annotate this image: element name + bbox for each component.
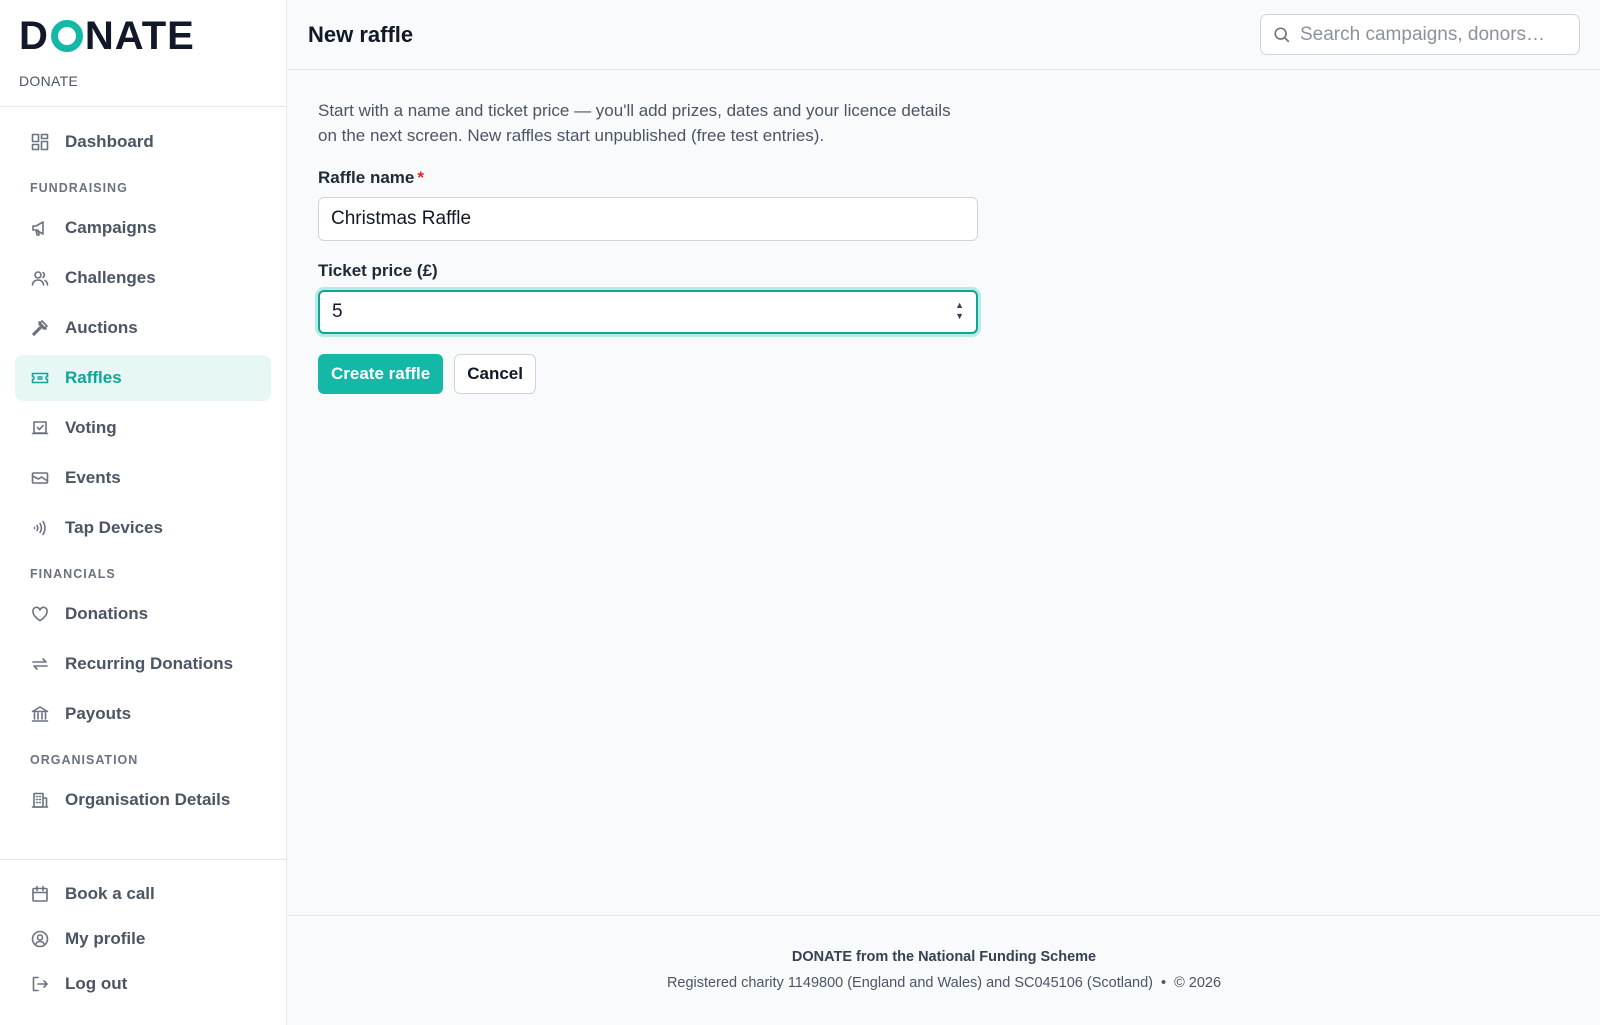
- cancel-button[interactable]: Cancel: [454, 354, 536, 394]
- stepper-down-icon[interactable]: ▼: [955, 311, 964, 322]
- number-stepper[interactable]: ▲ ▼: [955, 300, 964, 322]
- footer-title: DONATE from the National Funding Scheme: [791, 949, 1097, 965]
- sidebar-item-label: Voting: [65, 418, 117, 437]
- sidebar-nav: Dashboard FUNDRAISING Campaigns Challeng…: [15, 119, 271, 827]
- footer: DONATE from the National Funding Scheme …: [288, 915, 1600, 1025]
- repeat-icon: [32, 658, 48, 670]
- sidebar-item-payouts[interactable]: Payouts: [15, 691, 271, 737]
- brand-subtitle: DONATE: [19, 73, 79, 89]
- logo-text-right: NATE: [84, 14, 195, 58]
- sidebar-item-log-out[interactable]: Log out: [15, 963, 271, 1004]
- users-icon: [31, 271, 49, 286]
- sidebar-item-label: Dashboard: [65, 132, 154, 151]
- sidebar-item-label: Raffles: [65, 368, 122, 387]
- sidebar-item-tap-devices[interactable]: Tap Devices: [15, 505, 271, 551]
- footer-copyright: © 2026: [1174, 975, 1222, 991]
- sidebar-item-label: Book a call: [65, 883, 155, 903]
- section-title-organisation: ORGANISATION: [30, 753, 139, 767]
- raffle-name-label: Raffle name *: [318, 168, 978, 188]
- sidebar-item-challenges[interactable]: Challenges: [15, 255, 271, 301]
- heart-icon: [32, 606, 48, 622]
- sidebar-item-label: Donations: [65, 604, 149, 623]
- sidebar-item-events[interactable]: Events: [15, 455, 271, 501]
- sidebar-item-auctions[interactable]: Auctions: [15, 305, 271, 351]
- create-raffle-button[interactable]: Create raffle: [318, 354, 444, 394]
- sidebar-item-recurring-donations[interactable]: Recurring Donations: [15, 641, 271, 687]
- logo-text-left: D: [19, 14, 49, 58]
- ticket-price-label: Ticket price (£): [318, 261, 438, 280]
- footer-registration: Registered charity 1149800 (England and …: [666, 975, 1153, 991]
- gavel-icon: [32, 320, 48, 336]
- sidebar-item-label: Challenges: [65, 268, 156, 287]
- sidebar-bottom-nav: Book a call My profile Log out: [15, 873, 271, 1008]
- sidebar-item-label: My profile: [65, 928, 146, 948]
- sidebar-item-label: Recurring Donations: [65, 654, 234, 673]
- bank-icon: [31, 706, 49, 722]
- dashboard-icon: [31, 133, 49, 151]
- footer-registration-line: Registered charity 1149800 (England and …: [288, 975, 1600, 991]
- required-marker: *: [417, 168, 424, 187]
- contactless-icon: [33, 520, 46, 536]
- sidebar-item-donations[interactable]: Donations: [15, 591, 271, 637]
- sidebar-item-label: Events: [65, 468, 121, 487]
- ticket-price-value: 5: [332, 301, 343, 322]
- sidebar-item-label: Log out: [65, 973, 128, 993]
- logo-ring-icon: [50, 20, 83, 52]
- building-icon: [31, 792, 49, 808]
- raffle-name-input[interactable]: Christmas Raffle: [318, 197, 978, 241]
- footer-separator: •: [1161, 975, 1167, 991]
- sidebar-item-voting[interactable]: Voting: [15, 405, 271, 451]
- sidebar-item-label: Auctions: [65, 318, 138, 337]
- sidebar-item-label: Tap Devices: [65, 518, 163, 537]
- sidebar-item-book-a-call[interactable]: Book a call: [15, 873, 271, 914]
- ballot-icon: [31, 421, 49, 435]
- section-title-financials: FINANCIALS: [30, 567, 116, 581]
- ticket-price-input[interactable]: 5 ▲ ▼: [318, 290, 978, 334]
- search-input[interactable]: [1300, 23, 1570, 46]
- raffle-name-value: Christmas Raffle: [331, 208, 472, 229]
- new-raffle-form: Start with a name and ticket price — you…: [318, 98, 978, 394]
- user-circle-icon: [31, 930, 49, 947]
- logo[interactable]: D NATE: [19, 16, 195, 56]
- sidebar-item-raffles[interactable]: Raffles: [15, 355, 271, 401]
- megaphone-icon: [32, 221, 44, 236]
- sidebar-item-organisation-details[interactable]: Organisation Details: [15, 777, 271, 823]
- event-ticket-icon: [31, 472, 49, 484]
- ticket-icon: [31, 372, 49, 384]
- top-header: New raffle: [288, 0, 1600, 70]
- search-box[interactable]: [1260, 14, 1580, 55]
- section-title-fundraising: FUNDRAISING: [30, 181, 128, 195]
- sidebar-item-label: Payouts: [65, 704, 132, 723]
- sidebar-item-label: Organisation Details: [65, 790, 231, 809]
- form-actions: Create raffle Cancel: [318, 354, 978, 394]
- search-icon: [1274, 26, 1290, 42]
- sidebar: D NATE DONATE Dashboard FUNDRAISING Campa…: [0, 0, 287, 1025]
- form-intro: Start with a name and ticket price — you…: [318, 101, 951, 145]
- brand: D NATE DONATE: [19, 16, 195, 89]
- stepper-up-icon[interactable]: ▲: [955, 300, 964, 311]
- sidebar-item-campaigns[interactable]: Campaigns: [15, 205, 271, 251]
- sidebar-item-my-profile[interactable]: My profile: [15, 918, 271, 959]
- raffle-name-label-text: Raffle name: [318, 168, 415, 187]
- logout-icon: [32, 976, 48, 991]
- calendar-icon: [32, 885, 48, 902]
- sidebar-item-dashboard[interactable]: Dashboard: [15, 119, 271, 165]
- sidebar-item-label: Campaigns: [65, 218, 157, 237]
- sidebar-divider: [0, 859, 287, 860]
- page-title: New raffle: [308, 22, 414, 47]
- sidebar-divider: [0, 106, 287, 107]
